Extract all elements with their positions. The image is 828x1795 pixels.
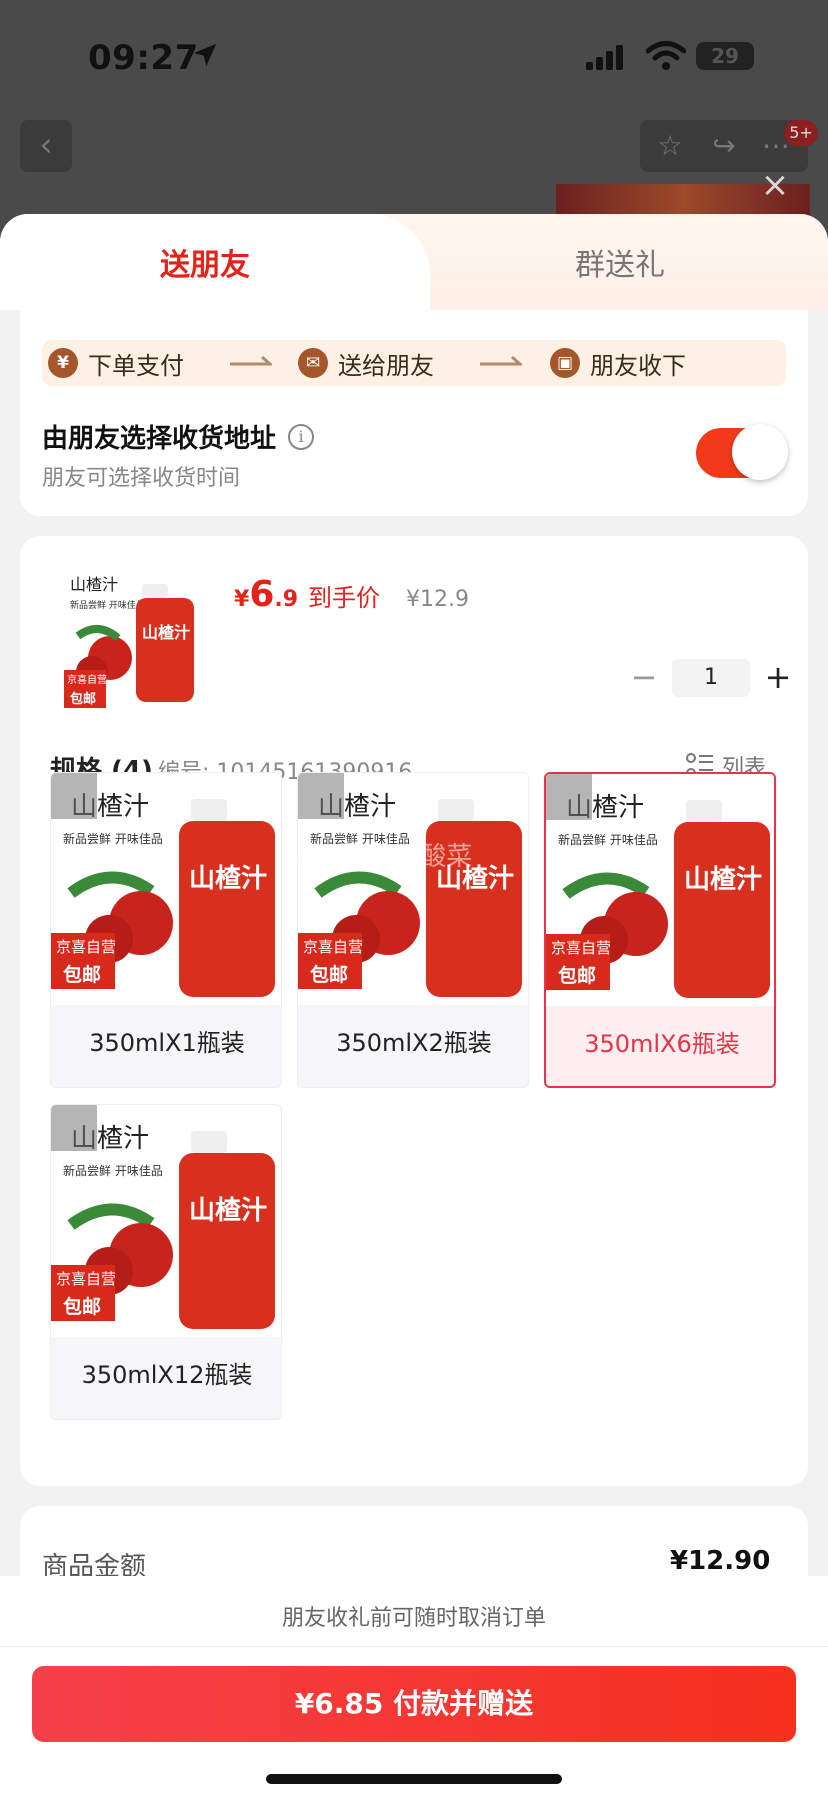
spec-option[interactable]: 山楂汁 新品尝鲜 开味佳品 山楂汁 京喜自营 包邮 350mlX1瓶装 bbox=[50, 772, 282, 1088]
back-icon: ‹ bbox=[20, 120, 72, 172]
divider bbox=[0, 1646, 828, 1647]
svg-text:包邮: 包邮 bbox=[63, 963, 101, 986]
svg-text:京喜自营: 京喜自营 bbox=[551, 939, 611, 957]
svg-text:山楂汁: 山楂汁 bbox=[684, 865, 762, 895]
svg-text:京喜自营: 京喜自营 bbox=[56, 938, 116, 956]
price-row: ¥ 6 .9 到手价 ¥12.9 bbox=[234, 574, 469, 615]
toggle-knob bbox=[732, 424, 788, 480]
price-decimal: .9 bbox=[274, 587, 299, 612]
wifi-icon bbox=[646, 41, 686, 70]
yen-icon: ¥ bbox=[48, 348, 78, 378]
status-bar: 09:27 29 bbox=[0, 0, 828, 110]
pay-and-gift-button[interactable]: ¥6.85 付款并赠送 bbox=[32, 1666, 796, 1742]
svg-text:包邮: 包邮 bbox=[558, 964, 596, 987]
arrow-icon bbox=[480, 355, 522, 366]
spec-option[interactable]: 山楂汁 新品尝鲜 开味佳品 山楂汁 京喜自营 包邮 350mlX12瓶装 bbox=[50, 1104, 282, 1420]
price-integer: 6 bbox=[249, 574, 275, 615]
quantity-value[interactable]: 1 bbox=[672, 659, 750, 697]
step-label: 下单支付 bbox=[88, 351, 184, 380]
svg-text:新品尝鲜 开味佳品: 新品尝鲜 开味佳品 bbox=[63, 831, 163, 846]
tab-send-friend[interactable]: 送朋友 bbox=[0, 214, 430, 310]
expand-icon[interactable] bbox=[546, 774, 592, 820]
expand-icon[interactable] bbox=[51, 773, 97, 819]
message-badge: 5+ bbox=[784, 120, 818, 146]
step-receive: ▣ 朋友收下 bbox=[550, 346, 686, 380]
svg-text:新品尝鲜 开味佳品: 新品尝鲜 开味佳品 bbox=[558, 832, 658, 847]
tab-group-gift[interactable]: 群送礼 bbox=[500, 240, 740, 284]
spec-label: 350mlX12瓶装 bbox=[81, 1361, 253, 1389]
spec-label: 350mlX6瓶装 bbox=[584, 1030, 740, 1058]
price-symbol: ¥ bbox=[234, 587, 250, 612]
svg-text:山楂汁: 山楂汁 bbox=[189, 1196, 267, 1226]
quantity-stepper: − 1 + bbox=[624, 658, 798, 698]
location-icon bbox=[193, 43, 217, 67]
arrow-icon bbox=[230, 355, 272, 366]
address-option-title: 由朋友选择收货地址 i bbox=[42, 418, 315, 455]
wechat-icon: ✉ bbox=[298, 348, 328, 378]
svg-text:京喜自营: 京喜自营 bbox=[303, 938, 363, 956]
product-badge-top: 京喜自营 bbox=[67, 673, 107, 686]
product-card: 山楂汁 新品尝鲜 开味佳品 山楂汁 京喜自营 包邮 ¥ 6 .9 到手价 ¥12… bbox=[20, 536, 808, 1486]
signal-icon bbox=[586, 45, 623, 70]
gift-steps: ¥ 下单支付 ✉ 送给朋友 ▣ 朋友收下 bbox=[42, 340, 786, 386]
expand-icon[interactable] bbox=[51, 1105, 97, 1151]
home-indicator bbox=[266, 1774, 562, 1784]
svg-text:京喜自营: 京喜自营 bbox=[56, 1270, 116, 1288]
watermark: 脚本 搭老孩酸菜 bbox=[282, 842, 473, 872]
svg-text:新品尝鲜 开味佳品: 新品尝鲜 开味佳品 bbox=[63, 1163, 163, 1178]
close-icon[interactable]: × bbox=[760, 168, 790, 202]
gift-options-card: ¥ 下单支付 ✉ 送给朋友 ▣ 朋友收下 由朋友选择收货地址 i 朋友可选择收货… bbox=[20, 310, 808, 516]
step-label: 朋友收下 bbox=[590, 351, 686, 380]
product-image: 山楂汁 新品尝鲜 开味佳品 山楂汁 京喜自营 包邮 bbox=[58, 566, 210, 718]
info-icon[interactable]: i bbox=[288, 423, 315, 450]
price-tag: 到手价 bbox=[308, 584, 381, 612]
spec-label: 350mlX1瓶装 bbox=[89, 1029, 245, 1057]
footer: 朋友收礼前可随时取消订单 ¥6.85 付款并赠送 bbox=[0, 1576, 828, 1795]
svg-text:包邮: 包邮 bbox=[310, 963, 348, 986]
address-title-text: 由朋友选择收货地址 bbox=[42, 424, 277, 454]
step-pay: ¥ 下单支付 bbox=[48, 346, 184, 380]
gift-sheet: 送朋友 群送礼 ¥ 下单支付 ✉ 送给朋友 ▣ 朋友收下 由朋友选择收货地址 i bbox=[0, 214, 828, 1795]
product-image-sub: 新品尝鲜 开味佳品 bbox=[70, 599, 145, 611]
goods-amount-value: ¥12.90 bbox=[670, 1546, 771, 1576]
spec-option[interactable]: 山楂汁 新品尝鲜 开味佳品 山楂汁 京喜自营 包邮 350mlX6瓶装 bbox=[544, 772, 776, 1088]
spec-option[interactable]: 山楂汁 新品尝鲜 开味佳品 山楂汁 京喜自营 包邮 350mlX2瓶装 bbox=[297, 772, 529, 1088]
gift-icon: ▣ bbox=[550, 348, 580, 378]
cancel-note: 朋友收礼前可随时取消订单 bbox=[281, 1606, 546, 1631]
address-toggle[interactable] bbox=[696, 424, 788, 480]
product-image-title: 山楂汁 bbox=[70, 575, 118, 594]
battery-indicator: 29 bbox=[696, 42, 754, 70]
increase-button[interactable]: + bbox=[758, 658, 798, 698]
address-option-subtitle: 朋友可选择收货时间 bbox=[42, 466, 241, 491]
svg-text:包邮: 包邮 bbox=[63, 1295, 101, 1318]
original-price: ¥12.9 bbox=[406, 587, 470, 612]
svg-text:山楂汁: 山楂汁 bbox=[189, 864, 267, 894]
product-badge-bottom: 包邮 bbox=[70, 691, 96, 707]
step-label: 送给朋友 bbox=[338, 351, 434, 380]
expand-icon[interactable] bbox=[298, 773, 344, 819]
decrease-button[interactable]: − bbox=[624, 658, 664, 698]
status-time: 09:27 bbox=[88, 38, 199, 78]
share-icon: ↪ bbox=[712, 129, 736, 162]
star-icon: ☆ bbox=[657, 129, 683, 162]
tab-send-friend-label: 送朋友 bbox=[160, 248, 250, 283]
bottle-label: 山楂汁 bbox=[142, 623, 190, 642]
step-send: ✉ 送给朋友 bbox=[298, 346, 434, 380]
tab-bar: 送朋友 群送礼 bbox=[0, 214, 828, 310]
spec-label: 350mlX2瓶装 bbox=[336, 1029, 492, 1057]
